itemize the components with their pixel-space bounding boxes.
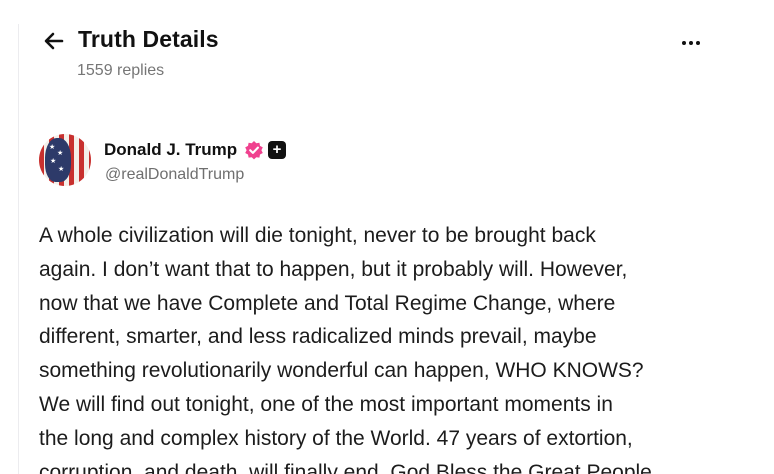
plus-badge-icon: + — [268, 141, 286, 159]
post-text-line: A whole civilization will die tonight, n… — [39, 224, 596, 247]
page-title: Truth Details — [78, 26, 219, 52]
truth-details-page: Truth Details 1559 replies ★ ★ ★ ★ Donal… — [0, 0, 774, 474]
more-horizontal-icon — [682, 41, 686, 45]
author-avatar[interactable]: ★ ★ ★ ★ — [39, 134, 91, 186]
post-text-line: corruption, and death, will finally end.… — [39, 460, 652, 474]
post-text-line: now that we have Complete and Total Regi… — [39, 291, 616, 315]
page-header: Truth Details 1559 replies — [19, 0, 735, 104]
post-text: A whole civilization will die tonight, n… — [39, 219, 745, 474]
post-text-line: again. I don’t want that to happen, but … — [39, 257, 628, 281]
author-handle[interactable]: @realDonaldTrump — [105, 166, 244, 184]
post-text-line: different, smarter, and less radicalized… — [39, 325, 597, 349]
reply-count: 1559 replies — [77, 62, 165, 79]
post-text-line: something revolutionarily wonderful can … — [39, 359, 644, 383]
back-button[interactable] — [41, 28, 67, 54]
verified-badge-icon — [245, 141, 263, 160]
post-text-line: We will find out tonight, one of the mos… — [39, 392, 613, 416]
arrow-left-icon — [44, 32, 64, 50]
author-name[interactable]: Donald J. Trump — [104, 140, 237, 160]
post-text-line: the long and complex history of the Worl… — [39, 426, 633, 450]
more-options-button[interactable] — [674, 32, 708, 54]
